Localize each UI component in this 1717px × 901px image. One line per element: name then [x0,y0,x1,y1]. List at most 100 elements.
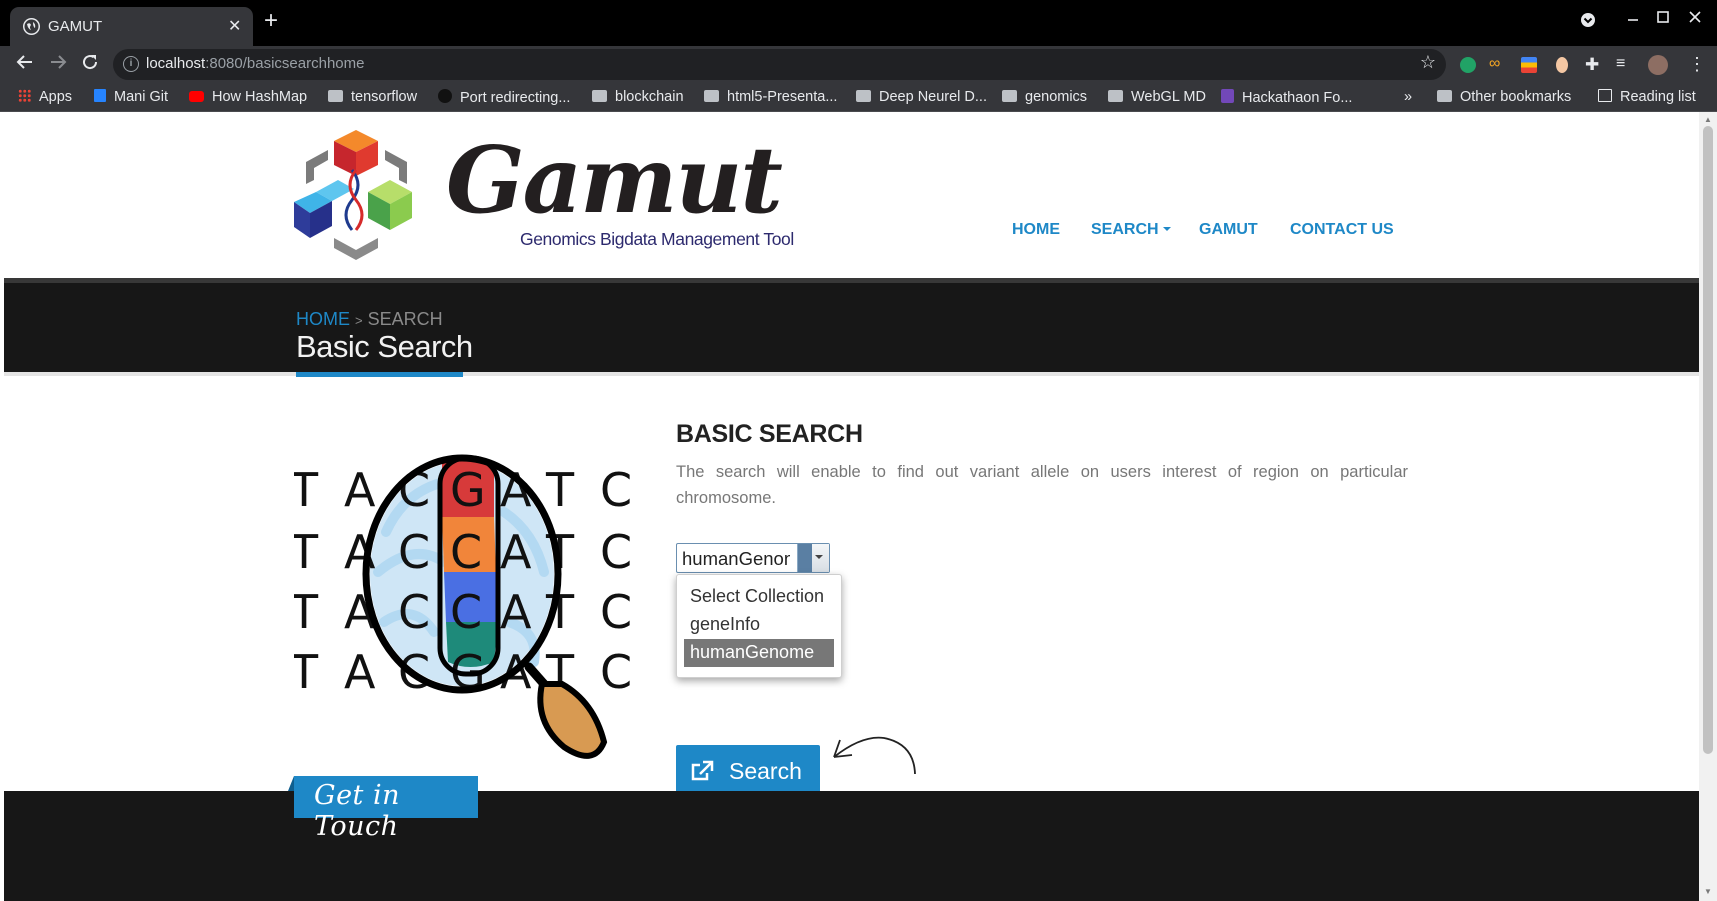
bookmark-deep-neurel[interactable]: Deep Neurel D... [856,89,987,105]
seq-letter: C [600,463,632,517]
tab-strip: GAMUT ✕ + [0,0,1717,46]
breadcrumb-home-link[interactable]: HOME [296,309,350,329]
browser-tab[interactable]: GAMUT ✕ [10,7,253,46]
seq-letter: G [450,463,486,517]
bookmark-genomics[interactable]: genomics [1002,89,1087,105]
bookmark-other-bookmarks[interactable]: Other bookmarks [1437,89,1571,105]
extension-green-icon[interactable] [1460,57,1476,73]
github-icon [438,89,452,103]
extensions-puzzle-icon[interactable]: ✚ [1585,55,1601,74]
site-info-icon[interactable]: i [123,56,139,72]
seq-letter: C [398,585,430,639]
caret-down-icon [1162,227,1171,231]
seq-letter: C [450,525,482,579]
seq-letter: C [450,585,482,639]
browser-toolbar: i localhost:8080/basicsearchhome ☆ ∞ ✚ ≡… [0,46,1717,84]
breadcrumb-current: SEARCH [367,309,443,329]
bookmark-star-icon[interactable]: ☆ [1420,52,1436,73]
bookmark-how-hashmap[interactable]: How HashMap [189,89,307,105]
collection-dropdown-list: Select Collection geneInfo humanGenome [676,574,842,678]
nav-search[interactable]: SEARCH [1091,221,1171,239]
seq-letter: T [294,525,319,579]
collection-select-value: humanGenome [682,548,790,569]
option-geneinfo[interactable]: geneInfo [684,611,834,639]
bookmark-apps[interactable]: Apps [18,89,72,105]
close-tab-icon[interactable]: ✕ [228,16,241,36]
banner-divider [4,372,1699,376]
page-viewport: Gamut Genomics Bigdata Management Tool H… [4,112,1699,901]
seq-letter: C [398,525,430,579]
bookmarks-bar: Apps Mani Git How HashMap tensorflow Por… [0,84,1717,112]
nav-home[interactable]: HOME [1012,221,1060,239]
reading-list-icon [1598,89,1612,102]
scrollbar-thumb[interactable] [1703,126,1713,754]
page-header-banner: HOME > SEARCH Basic Search [4,278,1699,372]
seq-letter: A [500,585,532,639]
media-queue-icon[interactable]: ≡ [1616,55,1632,72]
scroll-up-icon[interactable]: ▲ [1704,115,1712,124]
reload-icon[interactable] [81,53,99,77]
extension-drop-icon[interactable] [1556,57,1568,73]
folder-icon [592,90,607,102]
seq-letter: T [294,585,319,639]
seq-letter: T [545,463,575,517]
bookmark-mani-git[interactable]: Mani Git [94,89,168,105]
title-underline [296,372,463,377]
back-icon[interactable] [16,53,34,77]
seq-letter: A [344,463,376,517]
folder-icon [856,90,871,102]
folder-icon [328,90,343,102]
breadcrumb: HOME > SEARCH [296,309,443,330]
collection-select[interactable]: humanGenome [676,543,830,573]
nav-contact-us[interactable]: CONTACT US [1290,221,1394,239]
new-tab-button[interactable]: + [264,9,278,33]
search-button-label: Search [729,758,802,784]
extension-bars-icon[interactable] [1521,57,1537,73]
bookmark-webgl-md[interactable]: WebGL MD [1108,89,1206,105]
seq-letter: A [500,525,532,579]
folder-icon [1002,90,1017,102]
tab-title: GAMUT [48,18,103,35]
minimize-icon[interactable] [1626,10,1640,29]
browser-menu-icon[interactable]: ⋮ [1688,54,1706,74]
bookmark-html5-presentation[interactable]: html5-Presenta... [704,89,837,105]
close-window-icon[interactable] [1688,10,1702,29]
extension-infinity-icon[interactable]: ∞ [1489,55,1507,72]
dna-magnifier-illustration: T A C G A T C T A C C A T C T A C C A T … [294,454,632,759]
forms-icon [1221,89,1234,103]
bookmark-blockchain[interactable]: blockchain [592,89,684,105]
browser-chrome: GAMUT ✕ + i localhost:8080/basicsearchho… [0,0,1717,112]
seq-letter: C [600,585,632,639]
bookmark-tensorflow[interactable]: tensorflow [328,89,417,105]
footer [4,791,1699,901]
maximize-icon[interactable] [1656,10,1670,29]
dropdown-arrow-icon[interactable] [797,544,829,572]
section-description: The search will enable to find out varia… [676,463,1408,507]
tab-search-icon[interactable] [1580,12,1596,33]
option-humangenome[interactable]: humanGenome [684,639,834,667]
gamut-logo-icon [294,130,412,260]
bookmarks-overflow-button[interactable]: » [1404,89,1412,105]
get-in-touch-label: Get in Touch [288,776,478,842]
folder-icon [704,90,719,102]
scroll-down-icon[interactable]: ▼ [1704,887,1712,896]
reading-list-button[interactable]: Reading list [1598,89,1696,105]
page-scrollbar[interactable]: ▲ ▼ [1699,112,1717,901]
page-title: Basic Search [296,329,473,364]
option-select-collection[interactable]: Select Collection [684,583,834,611]
bitbucket-icon [94,89,106,102]
youtube-icon [189,91,204,102]
address-bar[interactable]: i localhost:8080/basicsearchhome ☆ [113,49,1446,80]
apps-grid-icon [18,89,31,102]
seq-letter: C [600,645,632,699]
profile-avatar[interactable] [1648,55,1668,75]
pointer-arrow-icon [833,736,916,775]
nav-gamut[interactable]: GAMUT [1199,221,1258,239]
bookmark-hackathaon[interactable]: Hackathaon Fo... [1221,89,1352,106]
bookmark-port-redirecting[interactable]: Port redirecting... [438,89,570,106]
folder-icon [1108,90,1123,102]
seq-letter: C [600,525,632,579]
brand-tagline: Genomics Bigdata Management Tool [520,229,794,249]
seq-letter: T [294,645,319,699]
forward-icon[interactable] [49,53,67,77]
